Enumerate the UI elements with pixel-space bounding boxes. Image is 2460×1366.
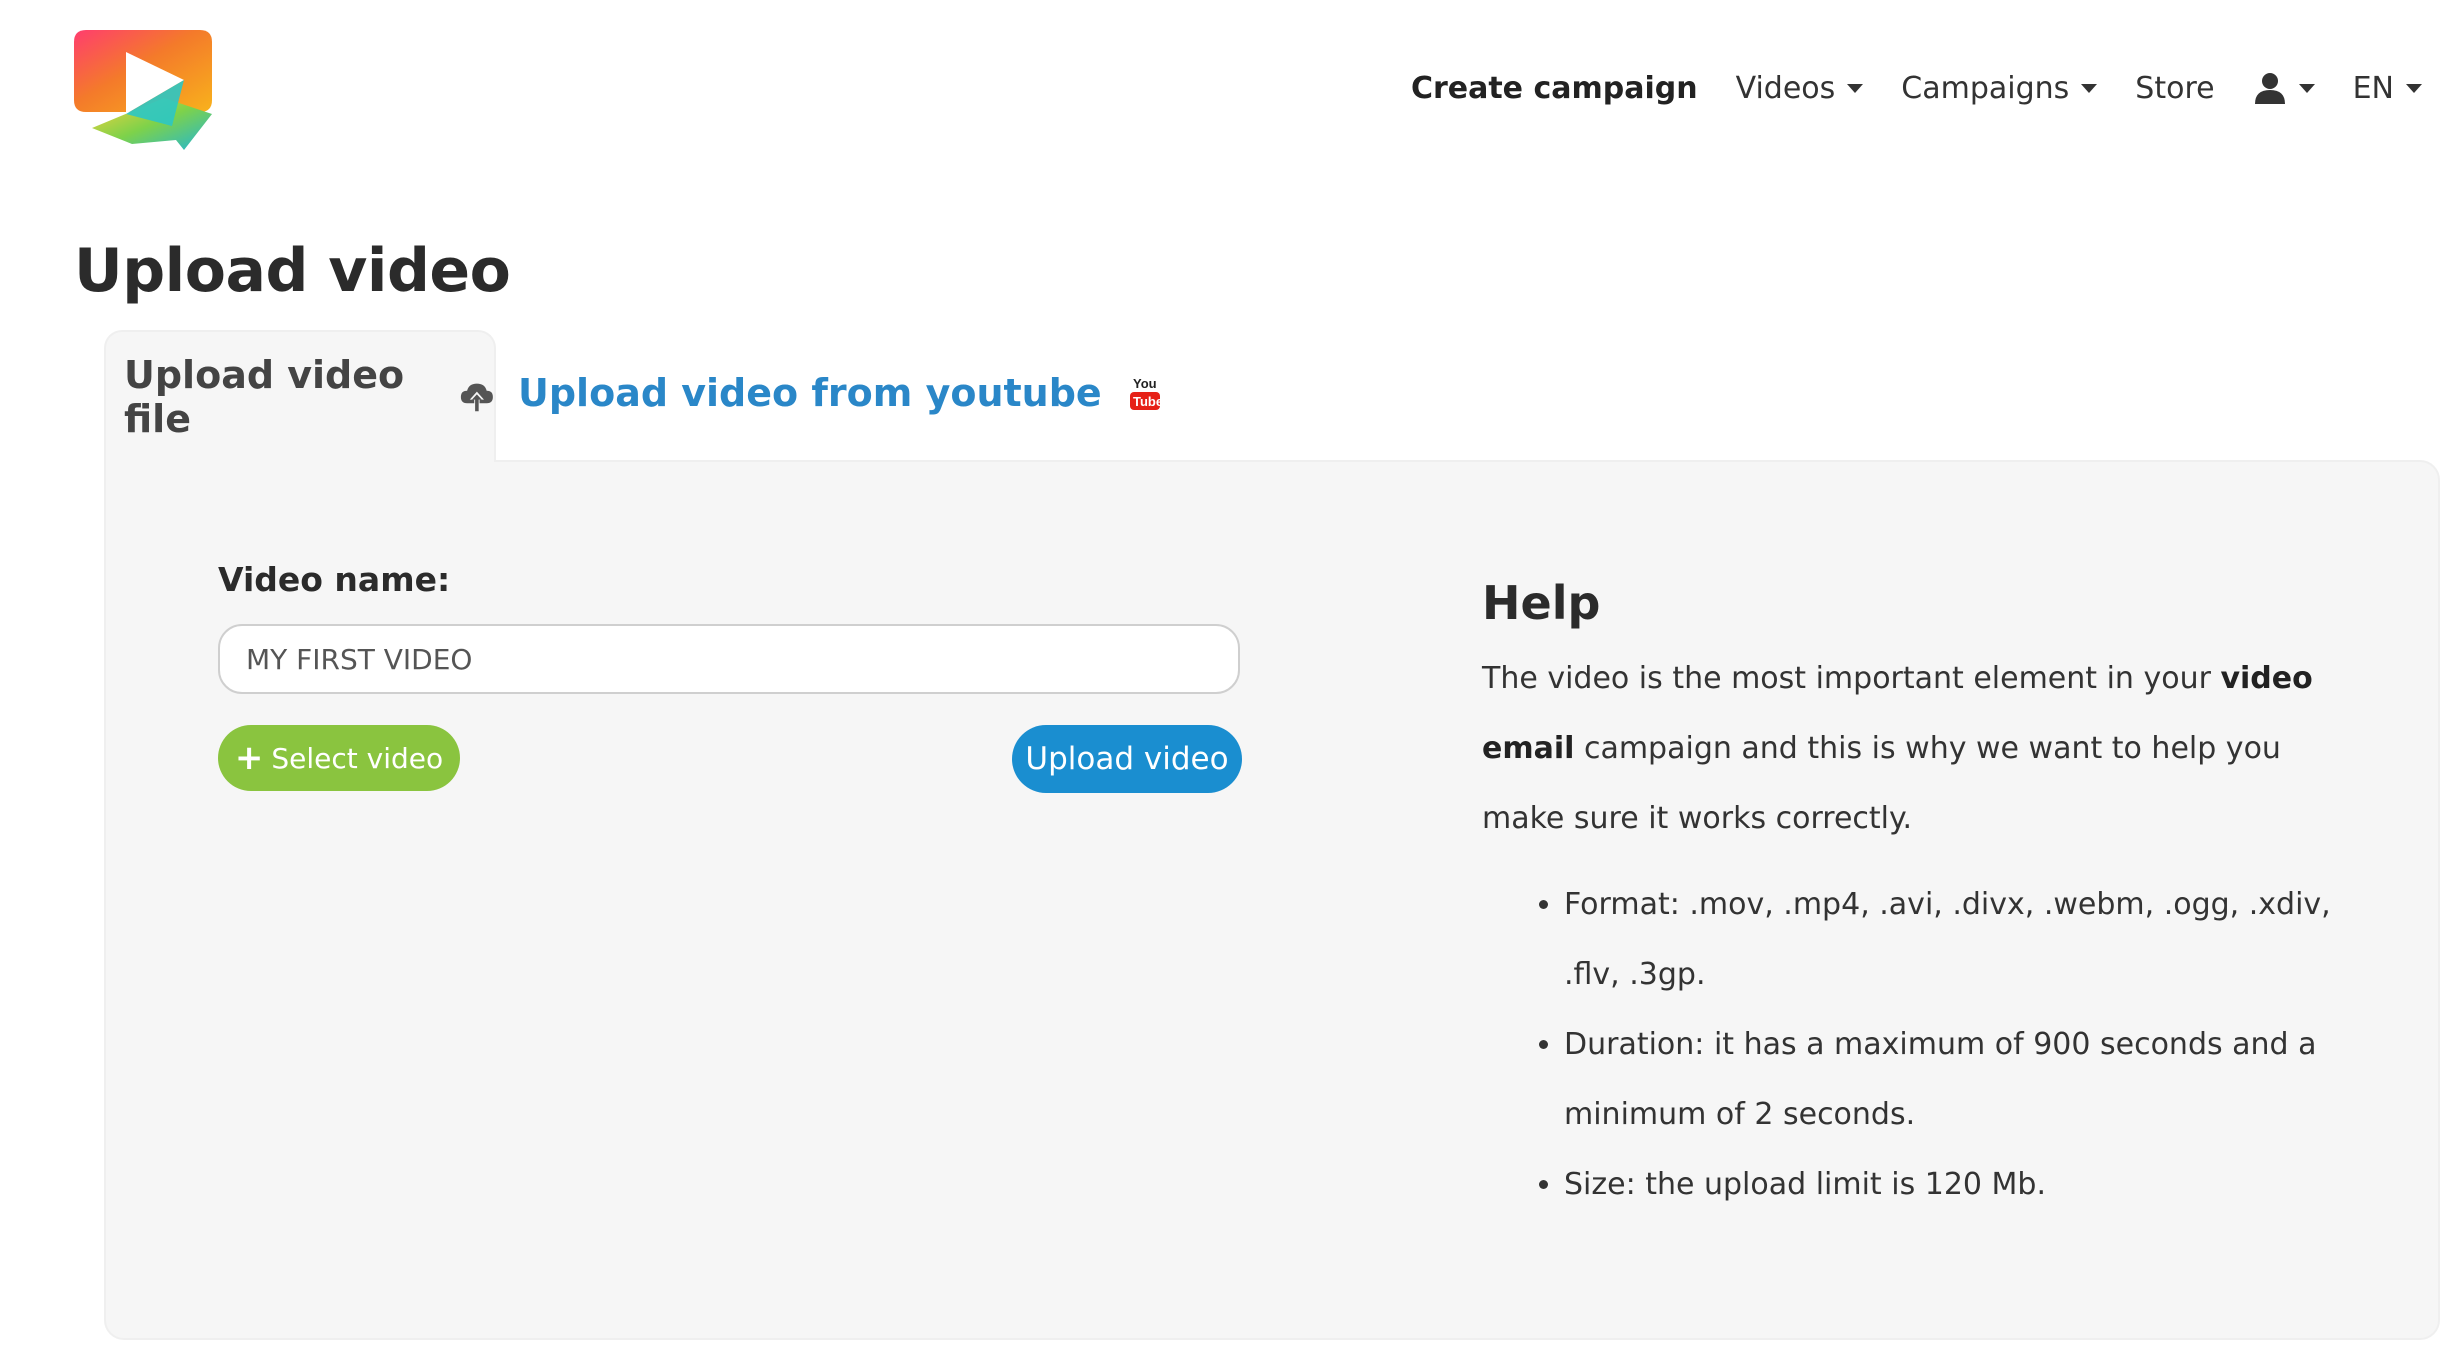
nav-videos-label: Videos	[1735, 70, 1836, 106]
help-item-format: Format: .mov, .mp4, .avi, .divx, .webm, …	[1564, 870, 2362, 1010]
nav-campaigns-dropdown[interactable]: Campaigns	[1901, 70, 2098, 106]
plus-icon: +	[234, 738, 264, 778]
tab-upload-youtube[interactable]: Upload video from youtube You Tube	[518, 366, 1162, 420]
chevron-down-icon	[2406, 83, 2422, 93]
svg-text:You: You	[1133, 376, 1157, 391]
tab-upload-file[interactable]: Upload video file	[104, 330, 496, 462]
nav-create-campaign-label: Create campaign	[1410, 70, 1698, 106]
svg-text:Tube: Tube	[1133, 394, 1162, 409]
nav-videos-dropdown[interactable]: Videos	[1736, 71, 1864, 106]
help-intro: The video is the most important element …	[1482, 644, 2362, 854]
nav-campaigns-label: Campaigns	[1901, 70, 2070, 106]
chevron-down-icon	[2081, 83, 2098, 93]
cloud-upload-icon	[461, 383, 494, 413]
youtube-icon: You Tube	[1129, 376, 1162, 410]
play-chat-logo[interactable]	[72, 28, 214, 154]
nav-create-campaign[interactable]: Create campaign	[1411, 71, 1698, 106]
help-item-duration: Duration: it has a maximum of 900 second…	[1564, 1010, 2362, 1150]
nav-language-label: EN	[2352, 70, 2394, 106]
chevron-down-icon	[2298, 83, 2315, 93]
upload-video-button[interactable]: Upload video	[1012, 725, 1242, 793]
video-name-label: Video name:	[218, 560, 451, 599]
nav-language-dropdown[interactable]: EN	[2353, 71, 2422, 106]
tab-upload-file-label: Upload video file	[124, 353, 405, 441]
tab-upload-youtube-label: Upload video from youtube	[518, 371, 1102, 415]
user-icon	[2254, 73, 2285, 104]
nav-store[interactable]: Store	[2135, 71, 2214, 106]
chevron-down-icon	[1847, 83, 1864, 93]
select-video-label: Select video	[271, 741, 444, 775]
help-title: Help	[1482, 576, 1601, 630]
page: Create campaign Videos Campaigns Store E…	[0, 0, 2460, 1366]
main-nav: Create campaign Videos Campaigns Store E…	[1373, 64, 2422, 112]
nav-user-dropdown[interactable]	[2253, 71, 2315, 105]
help-list: Format: .mov, .mp4, .avi, .divx, .webm, …	[1482, 870, 2362, 1220]
help-intro-before: The video is the most important element …	[1482, 661, 2221, 696]
select-video-button[interactable]: + Select video	[218, 725, 460, 791]
page-title: Upload video	[74, 236, 511, 306]
help-intro-after: campaign and this is why we want to help…	[1482, 731, 2281, 836]
nav-store-label: Store	[2135, 70, 2215, 106]
video-name-input[interactable]	[218, 624, 1240, 694]
help-item-size: Size: the upload limit is 120 Mb.	[1564, 1150, 2362, 1220]
help-section: Help The video is the most important ele…	[1482, 576, 2362, 1220]
